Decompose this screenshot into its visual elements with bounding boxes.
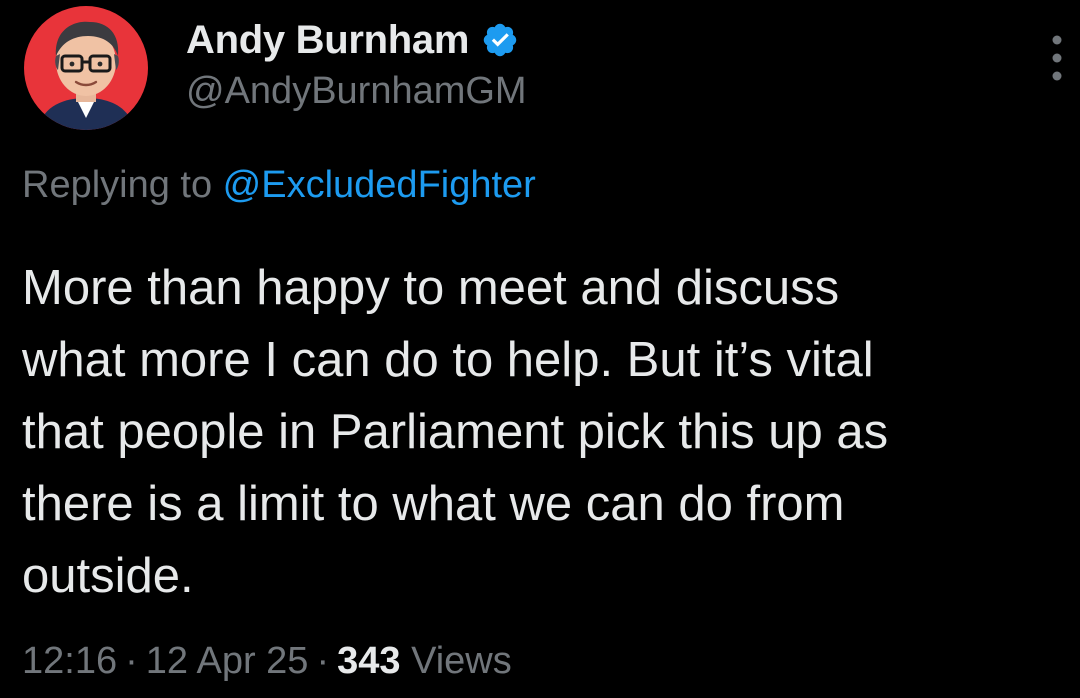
views-count: 343 bbox=[337, 640, 401, 682]
avatar[interactable] bbox=[24, 6, 148, 130]
tweet-text-line: More than happy to meet and discuss bbox=[22, 261, 840, 315]
tweet-text-line: what more I can do to help. But it’s vit… bbox=[22, 333, 874, 387]
more-options-icon[interactable] bbox=[1040, 26, 1074, 90]
views-label: Views bbox=[411, 640, 512, 682]
meta-separator: · bbox=[316, 640, 330, 682]
reply-mention-link[interactable]: @ExcludedFighter bbox=[223, 164, 536, 206]
replying-to: Replying to @ExcludedFighter bbox=[22, 164, 536, 207]
tweet-date[interactable]: 12 Apr 25 bbox=[146, 640, 309, 682]
tweet: Andy Burnham @AndyBurnhamGM Replying to … bbox=[0, 0, 1080, 698]
avatar-illustration bbox=[24, 6, 148, 130]
tweet-time[interactable]: 12:16 bbox=[22, 640, 117, 682]
display-name[interactable]: Andy Burnham bbox=[186, 18, 469, 63]
tweet-text-line: there is a limit to what we can do from bbox=[22, 477, 845, 531]
author-name-row: Andy Burnham bbox=[186, 14, 519, 66]
replying-to-label: Replying to bbox=[22, 164, 223, 206]
tweet-text-line: outside. bbox=[22, 549, 194, 603]
author-handle[interactable]: @AndyBurnhamGM bbox=[186, 70, 527, 113]
meta-separator: · bbox=[125, 640, 138, 682]
tweet-meta: 12:16 · 12 Apr 25 · 343 Views bbox=[22, 640, 512, 683]
verified-badge-icon bbox=[481, 21, 519, 59]
tweet-text-line: that people in Parliament pick this up a… bbox=[22, 405, 889, 459]
tweet-text: More than happy to meet and discuss what… bbox=[22, 252, 1072, 612]
